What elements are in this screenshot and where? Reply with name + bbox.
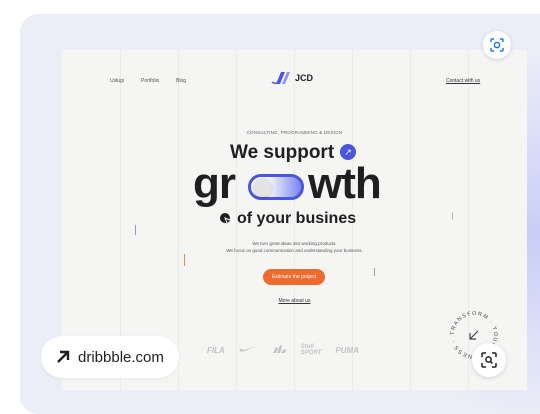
grid-line (178, 50, 179, 390)
nav-link-blog[interactable]: Blog (176, 78, 186, 84)
contact-link[interactable]: Contact with us (446, 78, 480, 84)
logo-text: JCD (295, 73, 314, 83)
hero-description-2: We focus on good communication and under… (226, 248, 363, 253)
site-logo[interactable]: JCD (271, 71, 313, 85)
brand-logo-nike (239, 345, 257, 355)
hero-big-right: wth (308, 159, 382, 208)
brand-logos: FILA Stoll SPORT PUMA (207, 344, 359, 356)
arrow-up-right-icon[interactable]: ↗ (340, 144, 356, 160)
nav-link-portfolio[interactable]: Portfolio (141, 78, 159, 84)
decor-tick (135, 225, 136, 235)
estimate-project-button[interactable]: Estimate the project (263, 269, 325, 285)
hero-big-left: gr (193, 159, 236, 208)
brand-logo-fila: FILA (207, 345, 225, 355)
grid-line (410, 50, 411, 390)
decor-tick (374, 268, 375, 276)
more-about-us-link[interactable]: More about us (62, 298, 527, 304)
decor-tick (452, 212, 453, 220)
source-link[interactable]: dribbble.com (41, 336, 179, 378)
brand-logo-adidas (271, 345, 287, 355)
brand-logo-stoll: Stoll SPORT (300, 344, 322, 356)
hero-line-3-text: of your busines (237, 210, 357, 227)
cursor-pointer-icon (220, 213, 233, 226)
nav-link-services[interactable]: Usługi (110, 78, 124, 84)
hero-line-3: of your busines (219, 210, 356, 228)
decor-tick (184, 254, 185, 266)
hero-kicker: CONSULTING, PROGRAMMING & DESIGN (246, 130, 343, 135)
zoom-search-icon[interactable] (472, 343, 506, 377)
arrow-up-right-icon (57, 350, 70, 363)
google-lens-icon[interactable] (483, 31, 511, 59)
brand-logo-puma: PUMA (335, 345, 359, 355)
toggle-knob (253, 178, 272, 197)
source-domain: dribbble.com (78, 348, 164, 366)
growth-toggle (248, 174, 304, 200)
hero-description-1: We turn great ideas into working product… (252, 241, 337, 246)
logo-mark-icon (271, 72, 290, 85)
